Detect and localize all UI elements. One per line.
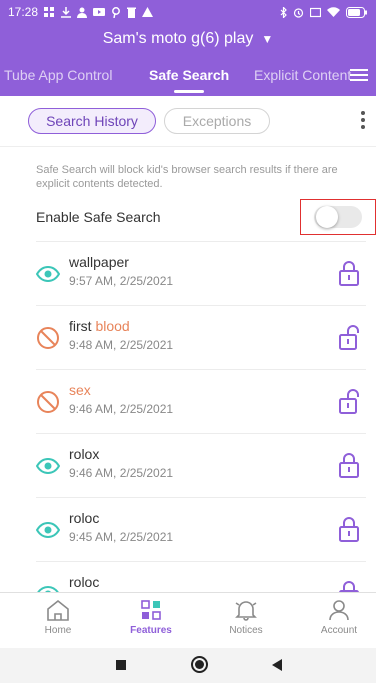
toggle-highlight bbox=[300, 199, 376, 235]
exceptions-button[interactable]: Exceptions bbox=[164, 108, 270, 134]
search-history-button[interactable]: Search History bbox=[28, 108, 156, 134]
status-time: 17:28 bbox=[8, 5, 39, 19]
unlock-icon[interactable] bbox=[338, 324, 360, 350]
nfc-icon bbox=[310, 7, 321, 17]
home-icon bbox=[47, 599, 69, 621]
search-term-prefix: first bbox=[69, 318, 96, 334]
alarm-icon bbox=[293, 7, 304, 18]
wifi-icon bbox=[327, 7, 340, 17]
history-row[interactable]: first blood 9:48 AM, 2/25/2021 bbox=[0, 306, 376, 370]
history-row[interactable]: roloc bbox=[0, 562, 376, 592]
history-row[interactable]: wallpaper 9:57 AM, 2/25/2021 bbox=[0, 242, 376, 306]
pinterest-icon bbox=[112, 6, 120, 18]
history-subtabs: Search History Exceptions bbox=[0, 96, 376, 146]
search-time: 9:46 AM, 2/25/2021 bbox=[69, 402, 174, 416]
lock-icon[interactable] bbox=[338, 452, 360, 478]
caret-down-icon: ▼ bbox=[261, 32, 274, 46]
eye-icon bbox=[36, 521, 60, 539]
lock-icon[interactable] bbox=[338, 516, 360, 542]
history-row[interactable]: rolox 9:46 AM, 2/25/2021 bbox=[0, 434, 376, 498]
device-name: Sam's moto g(6) play bbox=[102, 30, 254, 47]
lock-icon[interactable] bbox=[338, 260, 360, 286]
back-icon[interactable] bbox=[272, 659, 282, 671]
search-term: first blood bbox=[69, 318, 130, 334]
safe-search-content: Safe Search will block kid's browser sea… bbox=[0, 146, 376, 592]
trash-icon bbox=[127, 7, 137, 18]
system-navigation-bar bbox=[0, 648, 376, 683]
app-header: 17:28 73 Sam's moto g(6) play ▼ Tube App… bbox=[0, 0, 376, 96]
device-selector[interactable]: Sam's moto g(6) play ▼ bbox=[0, 26, 376, 52]
search-term: rolox bbox=[69, 446, 100, 462]
app-grid-icon bbox=[44, 6, 55, 17]
search-time: 9:45 AM, 2/25/2021 bbox=[69, 530, 174, 544]
bottom-navigation: Home Features Notices Account bbox=[0, 592, 376, 648]
history-row[interactable]: roloc 9:45 AM, 2/25/2021 bbox=[0, 498, 376, 562]
nav-home-label: Home bbox=[44, 625, 72, 636]
search-term: sex bbox=[69, 382, 91, 398]
search-term: roloc bbox=[69, 510, 100, 526]
video-icon bbox=[93, 8, 106, 16]
search-time: 9:57 AM, 2/25/2021 bbox=[69, 274, 174, 288]
search-term: wallpaper bbox=[69, 254, 129, 270]
home-circle-icon[interactable] bbox=[191, 656, 208, 673]
feature-tabs: Tube App Control Safe Search Explicit Co… bbox=[0, 58, 376, 93]
eye-icon bbox=[36, 265, 60, 283]
lock-icon[interactable] bbox=[338, 580, 360, 592]
nav-account[interactable]: Account bbox=[304, 599, 374, 636]
bluetooth-icon bbox=[280, 6, 287, 18]
nav-features-label: Features bbox=[130, 625, 172, 636]
tab-tube-app-control[interactable]: Tube App Control bbox=[4, 67, 112, 83]
enable-safe-search-label: Enable Safe Search bbox=[36, 209, 161, 225]
hamburger-menu-icon[interactable] bbox=[350, 66, 368, 82]
search-time: 9:46 AM, 2/25/2021 bbox=[69, 466, 174, 480]
recents-icon[interactable] bbox=[116, 660, 126, 670]
nav-home[interactable]: Home bbox=[23, 599, 93, 636]
nav-notices[interactable]: Notices bbox=[211, 599, 281, 636]
safe-search-toggle[interactable] bbox=[314, 206, 362, 228]
more-options-icon[interactable] bbox=[360, 111, 366, 131]
features-grid-icon bbox=[141, 600, 161, 620]
person-icon bbox=[77, 7, 88, 18]
eye-icon bbox=[36, 457, 60, 475]
history-row[interactable]: sex 9:46 AM, 2/25/2021 bbox=[0, 370, 376, 434]
search-time: 9:48 AM, 2/25/2021 bbox=[69, 338, 174, 352]
safe-search-description: Safe Search will block kid's browser sea… bbox=[36, 164, 338, 190]
search-term-flagged: blood bbox=[95, 318, 130, 334]
tab-explicit-content[interactable]: Explicit Content bbox=[254, 67, 351, 83]
nav-account-label: Account bbox=[320, 625, 358, 636]
warning-icon bbox=[142, 7, 154, 17]
status-bar: 17:28 73 bbox=[0, 0, 376, 24]
unlock-icon[interactable] bbox=[338, 388, 360, 414]
download-icon bbox=[61, 6, 72, 18]
bell-icon bbox=[235, 601, 257, 621]
nav-features[interactable]: Features bbox=[116, 599, 186, 636]
toggle-knob bbox=[316, 206, 338, 228]
tab-safe-search[interactable]: Safe Search bbox=[149, 67, 229, 93]
battery-icon bbox=[346, 6, 367, 18]
account-icon bbox=[329, 600, 349, 621]
search-term: roloc bbox=[69, 574, 100, 590]
nav-notices-label: Notices bbox=[229, 625, 263, 636]
blocked-icon bbox=[37, 327, 59, 349]
eye-icon bbox=[37, 585, 59, 592]
blocked-icon bbox=[37, 391, 59, 413]
